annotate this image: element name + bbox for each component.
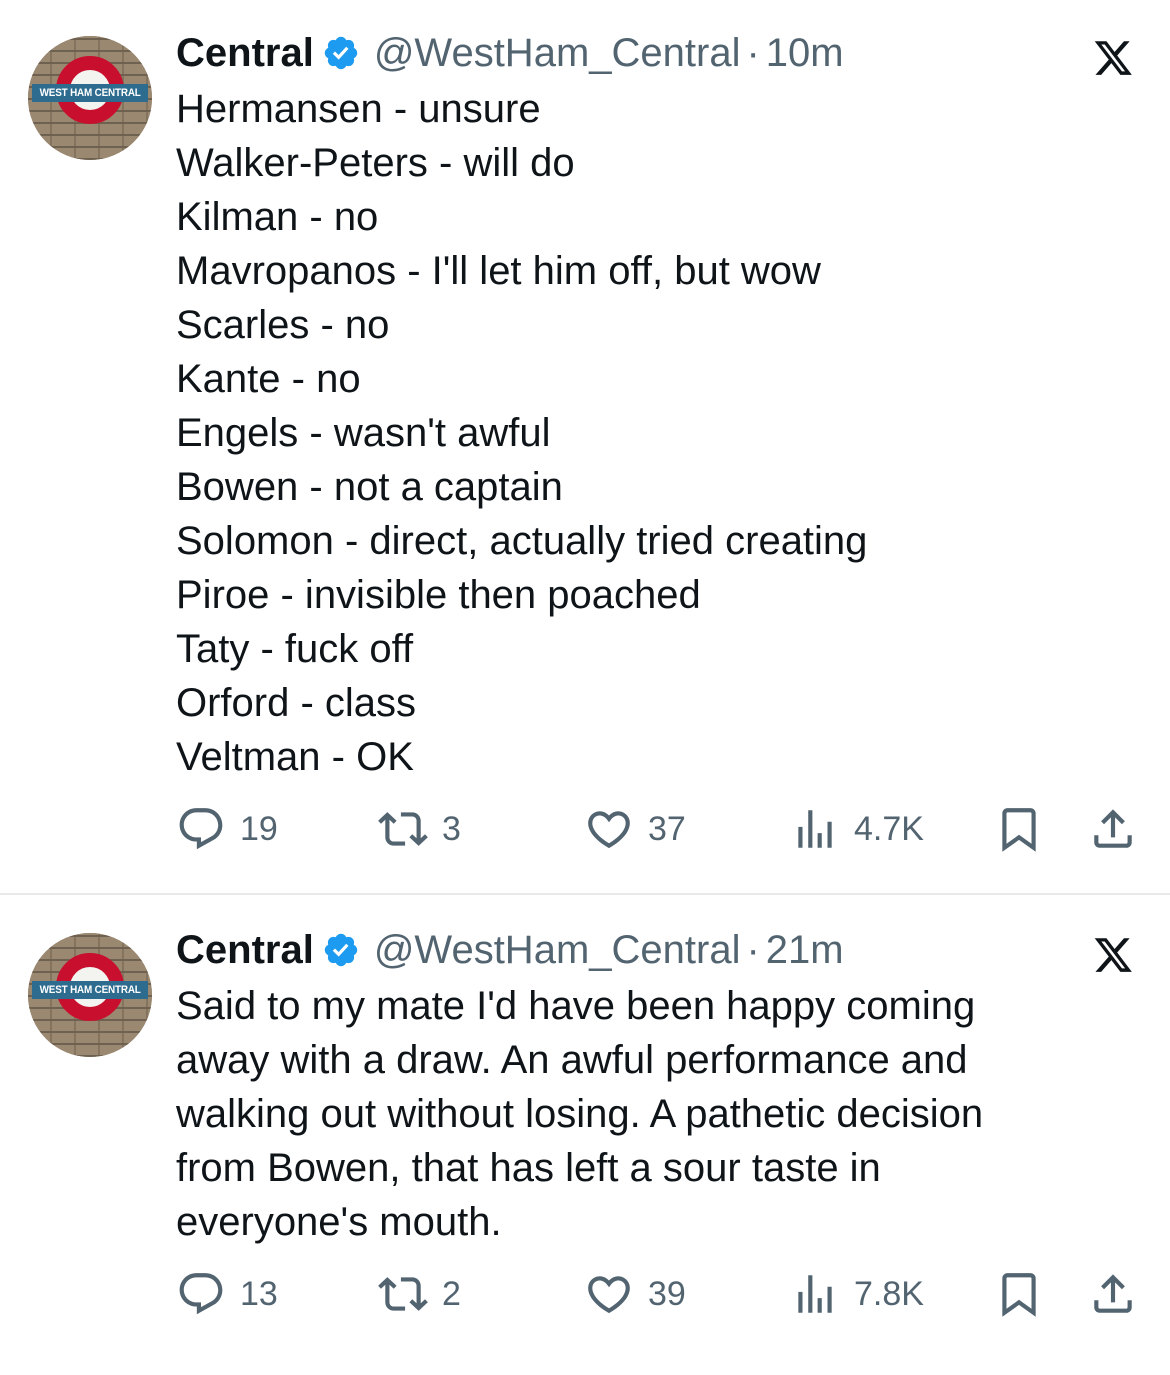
like-icon [588, 1276, 630, 1314]
like-count: 39 [648, 1274, 686, 1313]
reply-icon [179, 808, 223, 850]
tweet-header: Central @WestHam_Central · 21m [176, 925, 844, 975]
tweet[interactable]: WEST HAM CENTRAL Central @WestHam_Centra… [0, 897, 1170, 1375]
separator-dot: · [746, 30, 760, 75]
tweet-line: Engels - wasn't awful [176, 411, 551, 455]
x-logo-icon [1094, 938, 1132, 972]
verified-badge-icon [324, 933, 358, 967]
tweet-line: Solomon - direct, actually tried creatin… [176, 519, 868, 563]
tweet-line: Hermansen - unsure [176, 87, 541, 131]
author-handle[interactable]: @WestHam_Central [374, 928, 741, 973]
tweet-line: away with a draw. An awful performance a… [176, 1038, 968, 1082]
share-icon [1094, 809, 1132, 848]
tweet-line: Kante - no [176, 357, 361, 401]
bookmark-icon [1002, 1273, 1036, 1317]
author-name[interactable]: Central [176, 928, 314, 973]
repost-icon [378, 1277, 428, 1311]
tweet-line: Kilman - no [176, 195, 379, 239]
tweet-line: Piroe - invisible then poached [176, 573, 701, 617]
tweet-text: Said to my mate I'd have been happy comi… [176, 979, 1136, 1249]
tweet-header: Central @WestHam_Central · 10m [176, 28, 844, 78]
views-icon [798, 1275, 832, 1313]
views-button[interactable]: 4.7K [790, 804, 924, 854]
reply-count: 13 [240, 1274, 278, 1313]
tweet-line: Bowen - not a captain [176, 465, 563, 509]
bookmark-button[interactable] [994, 1269, 1044, 1319]
share-button[interactable] [1088, 804, 1138, 854]
share-icon [1094, 1274, 1132, 1313]
tweet-line: Mavropanos - I'll let him off, but wow [176, 249, 821, 293]
author-handle[interactable]: @WestHam_Central [374, 31, 741, 76]
author-name[interactable]: Central [176, 31, 314, 76]
avatar[interactable]: WEST HAM CENTRAL [28, 36, 152, 160]
repost-count: 2 [442, 1274, 461, 1313]
avatar[interactable]: WEST HAM CENTRAL [28, 933, 152, 1057]
timestamp[interactable]: 10m [766, 31, 844, 76]
repost-count: 3 [442, 809, 461, 848]
tweet-line: Said to my mate I'd have been happy comi… [176, 984, 976, 1028]
tweet-line: Orford - class [176, 681, 417, 725]
x-logo-icon [1094, 41, 1132, 75]
bookmark-icon [1002, 808, 1036, 852]
tweet-text: Hermansen - unsure Walker-Peters - will … [176, 82, 1136, 784]
like-count: 37 [648, 809, 686, 848]
repost-button[interactable]: 2 [378, 1269, 461, 1319]
separator-dot: · [746, 927, 760, 972]
avatar-label: WEST HAM CENTRAL [32, 84, 148, 102]
verified-badge-icon [324, 36, 358, 70]
tweet-line: from Bowen, that has left a sour taste i… [176, 1146, 881, 1190]
repost-icon [378, 812, 428, 846]
tweet-line: walking out without losing. A pathetic d… [176, 1092, 984, 1136]
avatar-label: WEST HAM CENTRAL [32, 981, 148, 999]
reply-button[interactable]: 13 [176, 1269, 278, 1319]
reply-icon [179, 1273, 223, 1315]
views-button[interactable]: 7.8K [790, 1269, 924, 1319]
tweet[interactable]: WEST HAM CENTRAL Central @WestHam_Centra… [0, 0, 1170, 893]
tweet-divider [0, 893, 1170, 895]
like-button[interactable]: 37 [584, 804, 686, 854]
bookmark-button[interactable] [994, 804, 1044, 854]
timestamp[interactable]: 21m [766, 928, 844, 973]
like-icon [588, 811, 630, 849]
views-count: 4.7K [854, 809, 924, 848]
views-count: 7.8K [854, 1274, 924, 1313]
reply-count: 19 [240, 809, 278, 848]
tweet-line: Taty - fuck off [176, 627, 414, 671]
tweet-line: everyone's mouth. [176, 1200, 502, 1244]
tweet-line: Scarles - no [176, 303, 390, 347]
tweet-line: Veltman - OK [176, 735, 414, 779]
action-bar: 13 2 39 7.8K [0, 1269, 1170, 1319]
share-button[interactable] [1088, 1269, 1138, 1319]
like-button[interactable]: 39 [584, 1269, 686, 1319]
action-bar: 19 3 37 4.7K [0, 804, 1170, 854]
repost-button[interactable]: 3 [378, 804, 461, 854]
reply-button[interactable]: 19 [176, 804, 278, 854]
views-icon [798, 810, 832, 848]
tweet-line: Walker-Peters - will do [176, 141, 575, 185]
